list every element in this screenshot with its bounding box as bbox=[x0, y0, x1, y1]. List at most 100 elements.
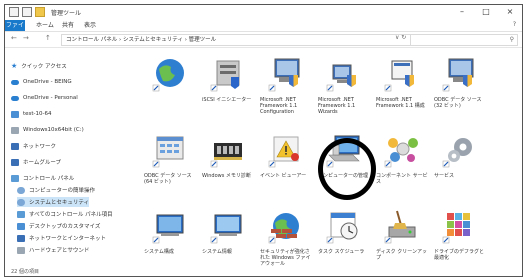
control-panel-icon bbox=[17, 210, 25, 218]
system-info-icon bbox=[210, 214, 242, 244]
item-tile[interactable]: Microsoft .NET Framework 1.1 構成 bbox=[374, 53, 430, 127]
item-tile[interactable]: システム構成 bbox=[142, 205, 198, 276]
navigation-pane: ★ クイック アクセス OneDrive - BEING OneDrive - P… bbox=[5, 48, 129, 276]
nav-quick-access[interactable]: ★ クイック アクセス bbox=[11, 61, 67, 71]
item-label: Microsoft .NET Framework 1.1 Configurati… bbox=[260, 97, 298, 115]
item-label: ドライブのデフラグと最適化 bbox=[434, 249, 485, 261]
drive-icon bbox=[11, 126, 19, 134]
search-input[interactable]: ⚲ bbox=[410, 34, 518, 46]
item-tile[interactable]: タスク スケジューラ bbox=[316, 205, 372, 276]
item-label: コンポーネント サービス bbox=[376, 173, 428, 185]
nav-onedrive-personal[interactable]: OneDrive - Personal bbox=[11, 93, 78, 103]
control-panel-icon bbox=[11, 174, 19, 182]
item-label: ディスク クリーンアップ bbox=[376, 249, 427, 261]
item-label: セキュリティが強化された Windows ファイアウォール bbox=[260, 249, 311, 267]
item-label: システム情報 bbox=[202, 249, 232, 255]
item-label: ODBC データ ソース (64 ビット) bbox=[144, 173, 192, 185]
nav-control-panel[interactable]: コントロール パネル bbox=[11, 173, 74, 183]
item-label: タスク スケジューラ bbox=[318, 249, 365, 255]
item-tile[interactable]: コンポーネント サービス bbox=[374, 129, 430, 203]
close-button[interactable]: × bbox=[498, 5, 522, 19]
pc-icon bbox=[11, 110, 19, 118]
item-tile[interactable]: Windows メモリ診断 bbox=[200, 129, 256, 203]
nav-drive-c[interactable]: Windows10x64bit (C:) bbox=[11, 125, 84, 135]
item-label: イベント ビューアー bbox=[260, 173, 307, 179]
item-label: サービス bbox=[434, 173, 455, 179]
component-services-icon bbox=[384, 138, 418, 168]
item-tile[interactable]: ディスク クリーンアップ bbox=[374, 205, 430, 276]
nav-all-control-panel-items[interactable]: すべてのコントロール パネル項目 bbox=[17, 209, 113, 219]
status-bar-count: 22 個の項目 bbox=[11, 269, 39, 275]
minimize-button[interactable]: – bbox=[450, 5, 474, 19]
back-button[interactable]: ← bbox=[11, 34, 17, 42]
defrag-icon bbox=[442, 213, 470, 244]
star-icon: ★ bbox=[11, 61, 18, 70]
event-viewer-icon bbox=[268, 136, 299, 168]
up-button[interactable]: ↑ bbox=[45, 34, 51, 42]
window-title: 管理ツール bbox=[51, 9, 82, 17]
nav-onedrive-being[interactable]: OneDrive - BEING bbox=[11, 77, 72, 87]
item-tile[interactable]: イベント ビューアー bbox=[258, 129, 314, 203]
homegroup-icon bbox=[11, 158, 19, 166]
shield-icon bbox=[17, 198, 25, 206]
item-label: システム構成 bbox=[144, 249, 174, 255]
nav-network-internet[interactable]: ネットワークとインターネット bbox=[17, 233, 106, 243]
dotnet-icon bbox=[384, 60, 414, 92]
nav-desktop-customize[interactable]: デスクトップのカスタマイズ bbox=[17, 221, 100, 231]
firewall-icon bbox=[268, 213, 299, 244]
nav-accessibility[interactable]: コンピューターの簡単操作 bbox=[17, 185, 95, 195]
globe-icon bbox=[152, 59, 184, 92]
item-tile[interactable]: ドライブのデフラグと最適化 bbox=[432, 205, 488, 276]
nav-homegroup[interactable]: ホームグループ bbox=[11, 157, 61, 167]
odbc-icon bbox=[152, 136, 184, 168]
new-folder-icon[interactable] bbox=[22, 7, 32, 17]
cloud-icon bbox=[11, 95, 19, 101]
maximize-button[interactable]: □ bbox=[474, 5, 498, 19]
explorer-window: 管理ツール – □ × ファイル ホーム 共有 表示 ? ← → ↑ コントロー… bbox=[4, 4, 523, 277]
cloud-icon bbox=[11, 79, 19, 85]
title-bar: 管理ツール – □ × bbox=[5, 5, 522, 20]
accessibility-icon bbox=[17, 186, 25, 194]
item-label: Microsoft .NET Framework 1.1 構成 bbox=[376, 97, 425, 109]
nav-hardware-sound[interactable]: ハードウェアとサウンド bbox=[17, 245, 89, 255]
task-scheduler-icon bbox=[326, 212, 358, 244]
iscsi-icon bbox=[210, 60, 240, 92]
item-tile[interactable]: ODBC データ ソース (64 ビット) bbox=[142, 129, 198, 203]
item-tile[interactable]: サービス bbox=[432, 129, 488, 203]
nav-system-security[interactable]: システムとセキュリティ bbox=[17, 197, 90, 207]
item-tile[interactable] bbox=[142, 53, 198, 127]
item-tile[interactable]: Microsoft .NET Framework 1.1 Wizards bbox=[316, 53, 372, 127]
dotnet-icon bbox=[268, 58, 300, 92]
item-tile[interactable]: セキュリティが強化された Windows ファイアウォール bbox=[258, 205, 314, 276]
properties-icon[interactable] bbox=[9, 7, 19, 17]
disk-cleanup-icon bbox=[384, 210, 416, 244]
item-tile[interactable]: iSCSI イニシエーター bbox=[200, 53, 256, 127]
tab-file[interactable]: ファイル bbox=[5, 20, 25, 40]
tab-home[interactable]: ホーム bbox=[31, 20, 59, 31]
hardware-icon bbox=[17, 246, 25, 254]
dotnet-icon bbox=[442, 58, 474, 92]
search-icon: ⚲ bbox=[509, 36, 514, 43]
highlight-circle bbox=[318, 138, 376, 200]
item-label: Windows メモリ診断 bbox=[202, 173, 251, 179]
refresh-button[interactable]: ∨ ↻ bbox=[395, 34, 406, 41]
item-tile[interactable]: Microsoft .NET Framework 1.1 Configurati… bbox=[258, 53, 314, 127]
item-label: ODBC データ ソース (32 ビット) bbox=[434, 97, 482, 109]
item-tile[interactable]: ODBC データ ソース (32 ビット) bbox=[432, 53, 488, 127]
forward-button[interactable]: → bbox=[23, 34, 29, 42]
item-tile[interactable]: システム情報 bbox=[200, 205, 256, 276]
address-path[interactable]: コントロール パネル › システムとセキュリティ › 管理ツール bbox=[61, 34, 411, 46]
services-gear-icon bbox=[442, 138, 472, 168]
network-icon bbox=[11, 142, 19, 150]
nav-this-pc[interactable]: test-10-64 bbox=[11, 109, 52, 119]
tab-view[interactable]: 表示 bbox=[79, 20, 101, 31]
address-bar: ← → ↑ コントロール パネル › システムとセキュリティ › 管理ツール ∨… bbox=[5, 32, 522, 48]
dotnet-icon bbox=[326, 64, 356, 92]
tab-share[interactable]: 共有 bbox=[57, 20, 79, 31]
desktop-icon bbox=[17, 222, 25, 230]
memory-icon bbox=[210, 143, 242, 168]
help-icon[interactable]: ? bbox=[513, 21, 516, 28]
nav-network[interactable]: ネットワーク bbox=[11, 141, 56, 151]
network-icon bbox=[17, 234, 25, 242]
system-config-icon bbox=[152, 214, 184, 244]
